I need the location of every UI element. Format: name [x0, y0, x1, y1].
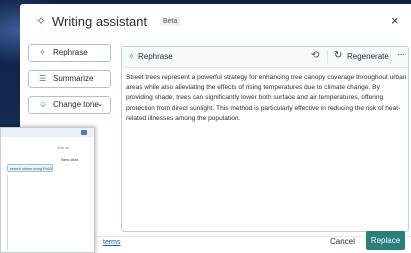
sparkle-icon: ✧	[36, 14, 47, 28]
toolbar-divider	[390, 50, 391, 64]
terms-link[interactable]: terms	[103, 239, 121, 246]
change-tone-label: Change tone	[53, 100, 99, 109]
thread-line	[7, 175, 8, 250]
close-icon[interactable]: ×	[391, 13, 399, 28]
change-tone-button[interactable]: ☺ Change tone ⌄	[28, 96, 111, 114]
panel-toolbar: ✧ Rephrase ⟲ ↻ Regenerate ···	[122, 47, 408, 68]
history-icon[interactable]: ⟲	[311, 50, 319, 61]
replace-button[interactable]: Replace	[366, 231, 405, 250]
background-window-titlebar	[1, 128, 94, 137]
rephrase-icon: ✧	[39, 48, 46, 57]
summarize-button[interactable]: ☰ Summarize	[28, 70, 111, 88]
result-panel: ✧ Rephrase ⟲ ↻ Regenerate ··· Street tre…	[121, 46, 409, 232]
panel-mode-label: Rephrase	[138, 52, 173, 61]
app-icon	[81, 130, 87, 135]
summarize-label: Summarize	[53, 74, 94, 83]
more-options-icon[interactable]: ···	[397, 49, 405, 60]
generated-text: Street trees represent a powerful strate…	[126, 74, 407, 122]
regenerate-icon[interactable]: ↻	[334, 50, 342, 61]
rephrase-button[interactable]: ✧ Rephrase	[28, 44, 111, 62]
background-window: Sho wi New chat search rubber using Flu0…	[0, 127, 95, 253]
dialog-header: ✧ Writing assistant Beta ×	[20, 4, 411, 38]
chevron-down-icon: ⌄	[97, 101, 103, 108]
tone-icon: ☺	[39, 100, 48, 109]
beta-badge: Beta	[160, 17, 181, 26]
regenerate-button[interactable]: Regenerate	[347, 52, 389, 61]
rephrase-label: Rephrase	[53, 48, 88, 57]
toolbar-divider	[327, 50, 328, 64]
prompt-chip[interactable]: search rubber using Flu03	[7, 164, 53, 172]
summarize-icon: ☰	[39, 74, 47, 83]
new-chat-button[interactable]: New chat	[61, 157, 78, 162]
dialog-title: Writing assistant	[52, 14, 148, 29]
cancel-button[interactable]: Cancel	[330, 237, 355, 246]
show-label: Sho wi	[57, 145, 70, 150]
rephrase-mode-icon: ✧	[128, 52, 135, 61]
